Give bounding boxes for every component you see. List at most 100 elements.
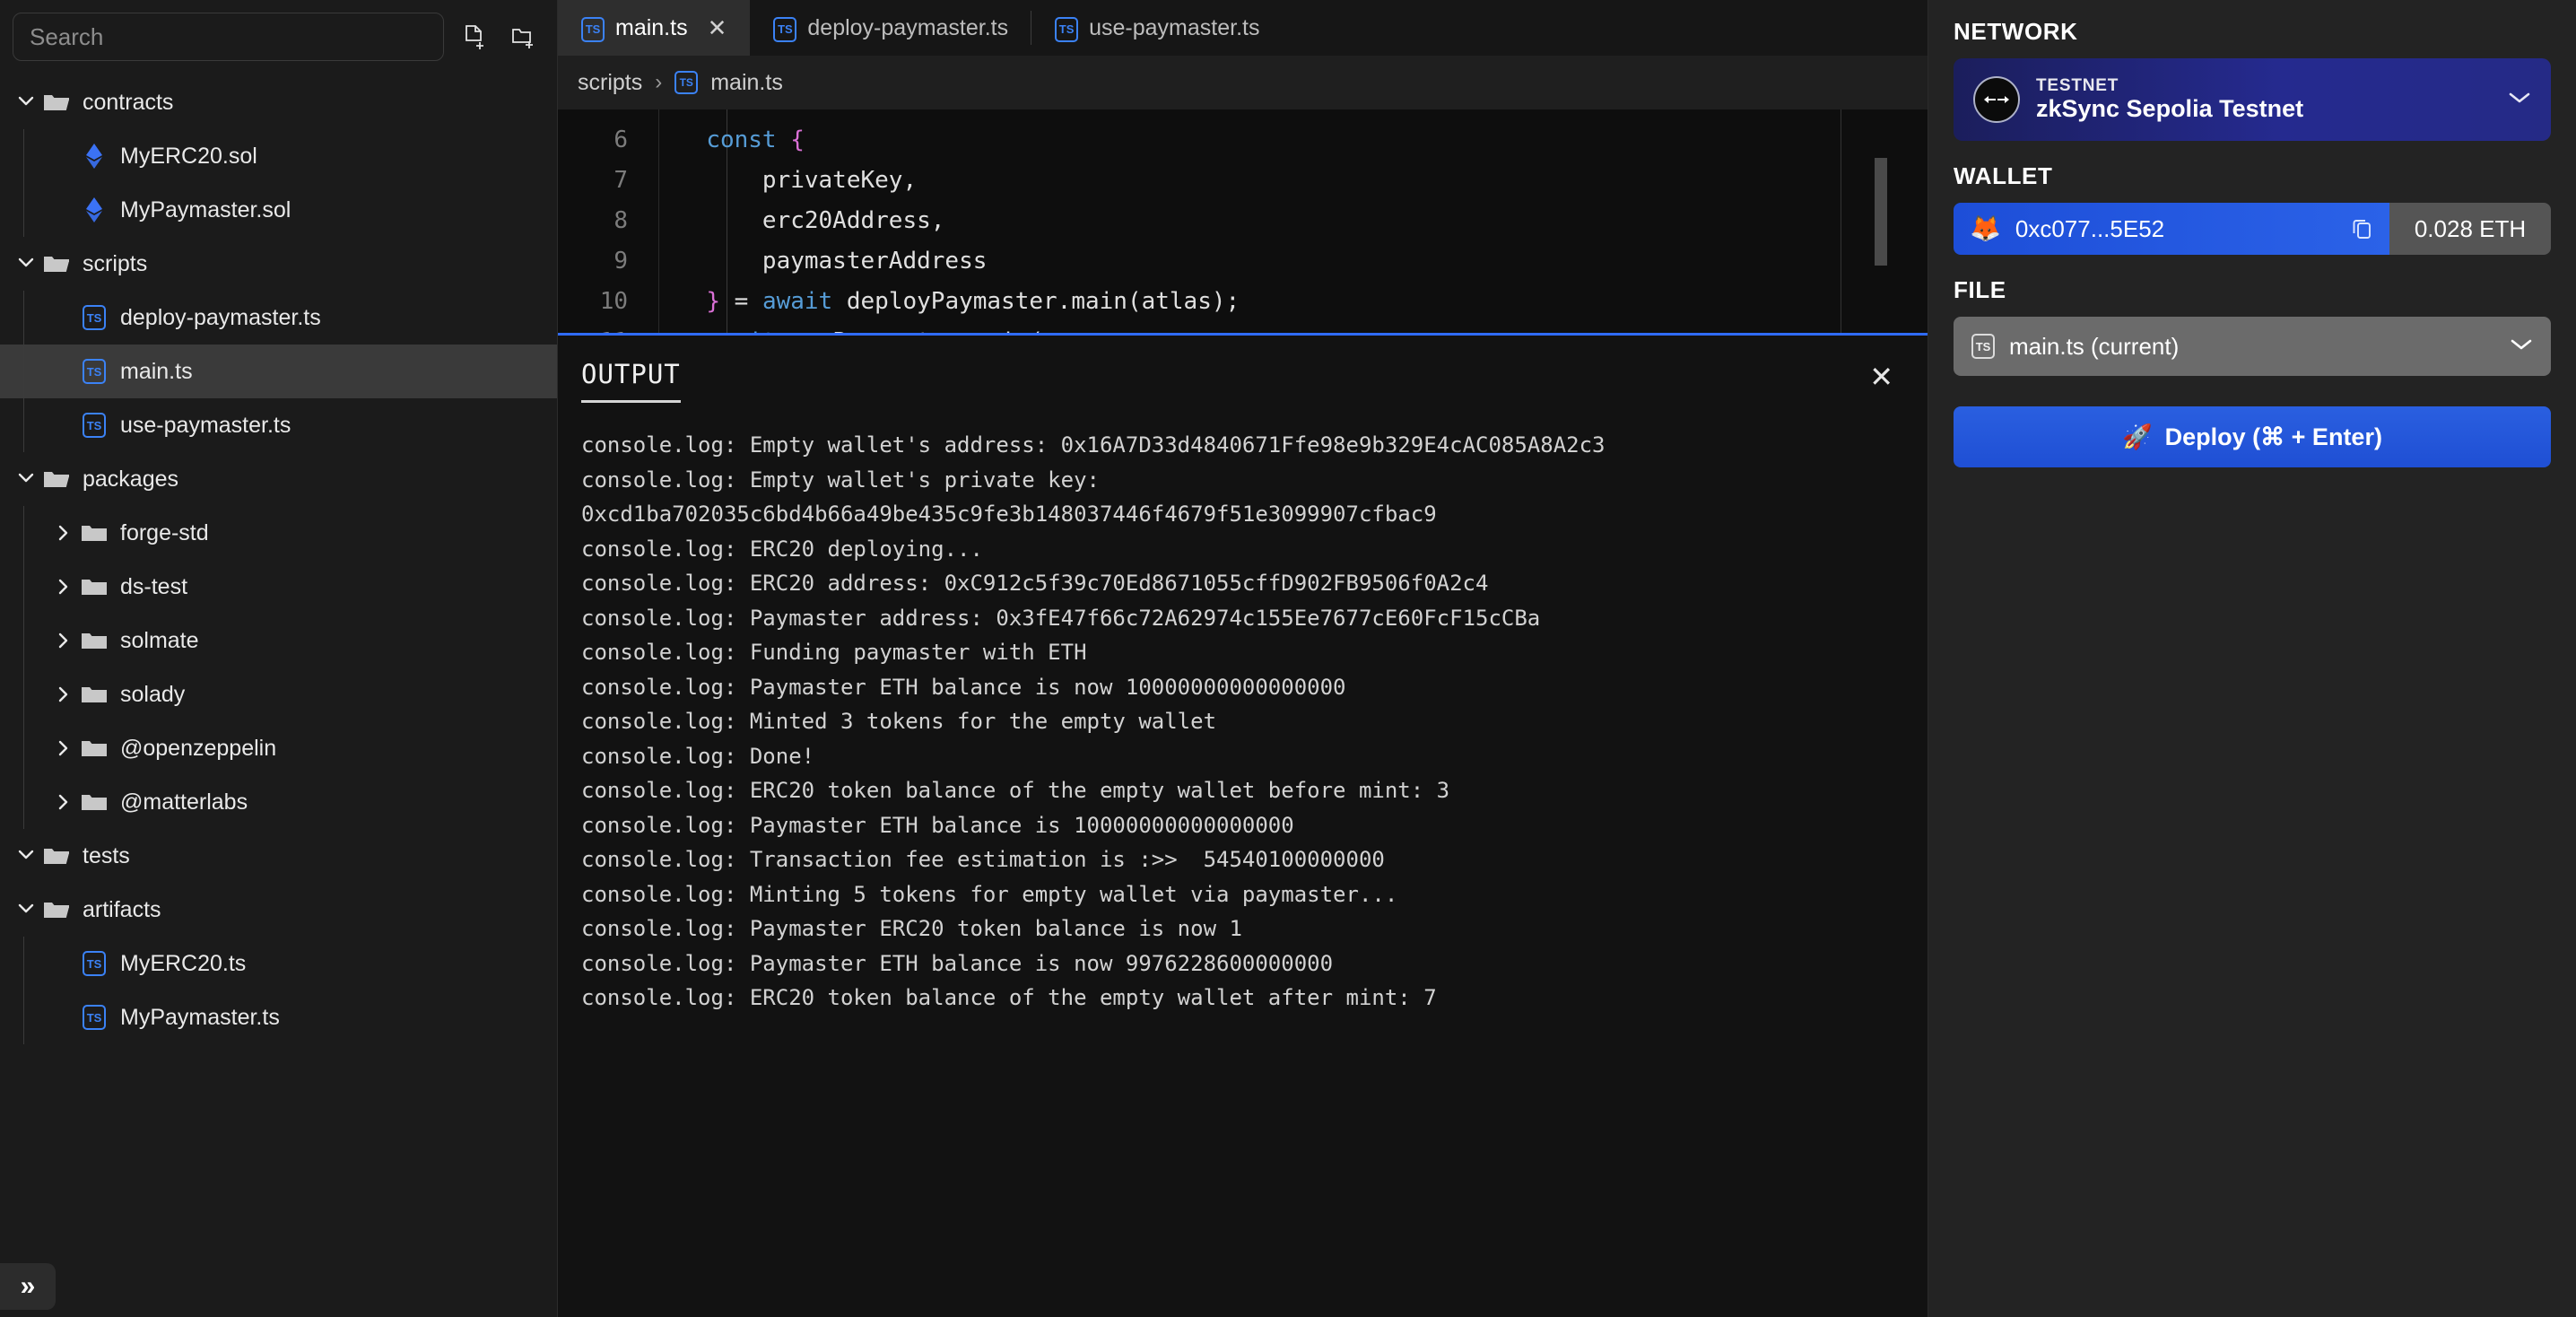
metamask-fox-icon: 🦊 <box>1970 214 2001 242</box>
network-selector[interactable]: TESTNET zkSync Sepolia Testnet <box>1954 58 2551 141</box>
code-line[interactable]: 10 } = await deployPaymaster.main(atlas)… <box>558 282 1928 322</box>
file-heading: FILE <box>1954 276 2006 303</box>
code-text: privateKey, <box>651 161 917 201</box>
tree-item-ds-test[interactable]: ds-test <box>0 560 557 614</box>
chevron-right-icon[interactable] <box>48 685 79 703</box>
chevron-right-icon[interactable] <box>48 524 79 542</box>
chevron-right-icon[interactable] <box>48 578 79 596</box>
tree-item-deploy-paymaster-ts[interactable]: TS deploy-paymaster.ts <box>0 291 557 345</box>
close-tab-icon[interactable]: ✕ <box>708 16 727 39</box>
code-line[interactable]: 7 privateKey, <box>558 161 1928 201</box>
expand-sidebar-label: » <box>20 1271 36 1301</box>
deploy-button[interactable]: 🚀 Deploy (⌘ + Enter) <box>1954 406 2551 467</box>
tree-item-myerc20-ts[interactable]: TS MyERC20.ts <box>0 937 557 990</box>
tree-item-solady[interactable]: solady <box>0 667 557 721</box>
close-output-icon[interactable]: ✕ <box>1862 359 1901 395</box>
code-token: deployPaymaster.main(atlas); <box>832 288 1240 315</box>
typescript-file-icon: TS <box>1055 13 1079 42</box>
deploy-label: Deploy (⌘ + Enter) <box>2164 423 2382 450</box>
tab-use-paymaster-ts[interactable]: TS use-paymaster.ts <box>1031 0 1284 56</box>
tree-item-artifacts[interactable]: artifacts <box>0 883 557 937</box>
wallet-address-button[interactable]: 🦊 0xc077...5E52 <box>1954 203 2389 255</box>
console-line: console.log: Done! <box>581 743 815 769</box>
folder-open-icon <box>41 468 72 490</box>
console-line: console.log: Minting 5 tokens for empty … <box>581 881 1398 907</box>
code-token: privateKey, <box>678 167 918 194</box>
tree-item-tests[interactable]: tests <box>0 829 557 883</box>
tree-item-label: MyERC20.ts <box>120 950 247 976</box>
tab-main-ts[interactable]: TS main.ts ✕ <box>558 0 751 56</box>
breadcrumb-folder[interactable]: scripts <box>578 70 642 96</box>
solidity-file-icon <box>79 196 109 223</box>
tree-item-label: tests <box>83 842 130 868</box>
folder-open-icon <box>41 899 72 920</box>
tree-guide-line <box>23 291 24 452</box>
typescript-file-icon: TS <box>79 305 109 330</box>
code-line[interactable]: 8 erc20Address, <box>558 201 1928 241</box>
console-line: console.log: Paymaster ETH balance is no… <box>581 674 1346 700</box>
console-line: 0xcd1ba702035c6bd4b66a49be435c9fe3b14803… <box>581 502 1437 527</box>
tree-item-use-paymaster-ts[interactable]: TS use-paymaster.ts <box>0 398 557 452</box>
chevron-down-icon[interactable] <box>2510 337 2533 356</box>
chevron-down-icon[interactable] <box>11 470 41 488</box>
chevron-down-icon[interactable] <box>11 901 41 919</box>
typescript-file-icon: TS <box>79 413 109 438</box>
code-text: paymasterAddress <box>651 241 987 282</box>
typescript-file-icon: TS <box>581 13 605 42</box>
code-token: = <box>719 288 762 315</box>
tree-item-label: use-paymaster.ts <box>120 412 292 438</box>
chevron-down-icon[interactable] <box>11 255 41 273</box>
tree-item-contracts[interactable]: contracts <box>0 75 557 129</box>
deploy-panel: NETWORK TESTNET zkSync Sepolia Testnet W… <box>1928 0 2576 1317</box>
tree-item-main-ts[interactable]: TS main.ts <box>0 345 557 398</box>
tab-bar-empty-space <box>1283 0 1928 56</box>
tree-item-forge-std[interactable]: forge-std <box>0 506 557 560</box>
folder-open-icon <box>41 845 72 867</box>
folder-icon <box>79 791 109 813</box>
tab-deploy-paymaster-ts[interactable]: TS deploy-paymaster.ts <box>750 0 1032 56</box>
tree-guide-line <box>23 129 24 237</box>
new-file-icon[interactable] <box>457 17 492 57</box>
code-text: erc20Address, <box>651 201 945 241</box>
output-header: OUTPUT ✕ <box>558 336 1928 403</box>
chevron-down-icon[interactable] <box>11 93 41 111</box>
breadcrumb-separator-icon: › <box>655 70 663 94</box>
tree-item-scripts[interactable]: scripts <box>0 237 557 291</box>
chevron-down-icon[interactable] <box>11 847 41 865</box>
chevron-right-icon[interactable] <box>48 793 79 811</box>
tree-item--openzeppelin[interactable]: @openzeppelin <box>0 721 557 775</box>
tree-guide-line <box>23 506 24 829</box>
file-selector[interactable]: TS main.ts (current) <box>1954 317 2551 376</box>
code-line[interactable]: 9 paymasterAddress <box>558 241 1928 282</box>
search-input[interactable] <box>13 13 444 61</box>
console-line: console.log: Empty wallet's private key: <box>581 467 1100 493</box>
copy-icon[interactable] <box>2352 217 2373 240</box>
console-line: console.log: Paymaster address: 0x3fE47f… <box>581 605 1541 631</box>
tree-item-mypaymaster-ts[interactable]: TS MyPaymaster.ts <box>0 990 557 1044</box>
console-line: console.log: ERC20 deploying... <box>581 536 983 562</box>
code-token: } <box>706 288 720 315</box>
chevron-right-icon[interactable] <box>48 632 79 650</box>
wallet-address: 0xc077...5E52 <box>2015 214 2165 242</box>
tree-item-myerc20-sol[interactable]: MyERC20.sol <box>0 129 557 183</box>
file-tree: contracts MyERC20.sol MyPaymaster.sol scrip… <box>0 70 557 1044</box>
code-token: erc20Address, <box>678 207 945 234</box>
tree-item-label: solady <box>120 681 186 707</box>
tree-item--matterlabs[interactable]: @matterlabs <box>0 775 557 829</box>
editor-scrollbar-thumb[interactable] <box>1875 158 1887 266</box>
new-folder-icon[interactable] <box>505 17 541 57</box>
chevron-right-icon[interactable] <box>48 739 79 757</box>
breadcrumb-file[interactable]: main.ts <box>710 70 783 96</box>
expand-sidebar-button[interactable]: » <box>0 1263 56 1310</box>
tree-item-mypaymaster-sol[interactable]: MyPaymaster.sol <box>0 183 557 237</box>
tree-item-packages[interactable]: packages <box>0 452 557 506</box>
chevron-down-icon[interactable] <box>2508 91 2531 109</box>
tree-item-solmate[interactable]: solmate <box>0 614 557 667</box>
typescript-file-icon: TS <box>773 13 797 42</box>
code-token: const <box>706 126 777 153</box>
code-line[interactable]: 6 const { <box>558 120 1928 161</box>
zksync-logo-icon <box>1973 76 2020 123</box>
